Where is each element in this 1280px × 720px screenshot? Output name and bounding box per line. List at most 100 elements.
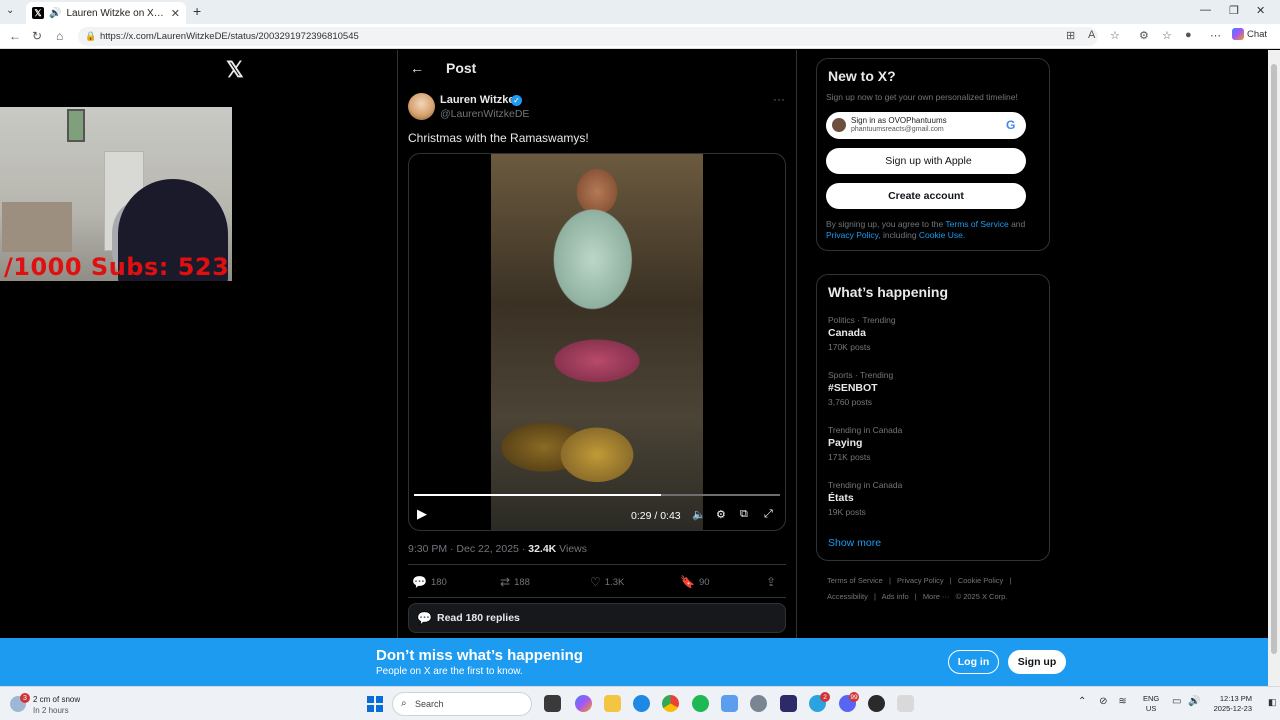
signup-legal-text: By signing up, you agree to the Terms of…: [826, 219, 1044, 241]
display-icon[interactable]: ▭: [1172, 696, 1181, 707]
fullscreen-icon[interactable]: ⤢: [764, 508, 773, 521]
apple-signup-button[interactable]: Sign up with Apple: [826, 148, 1026, 174]
trend-item[interactable]: Sports · Trending #SENBOT 3,760 posts: [828, 370, 893, 407]
bookmark-icon: 🔖: [680, 575, 695, 589]
reply-bubble-icon: 💬: [417, 611, 432, 625]
shelf: [2, 202, 72, 252]
restore-icon[interactable]: ❐: [1229, 4, 1239, 17]
post-column: ← Post Lauren Witzke ✓ @LaurenWitzkeDE ·…: [397, 50, 797, 638]
cookie-link[interactable]: Cookie Use.: [919, 230, 965, 240]
video-settings-icon[interactable]: ⚙: [716, 508, 726, 521]
footer-copyright: © 2025 X Corp.: [955, 592, 1008, 601]
video-frame[interactable]: [491, 154, 703, 530]
notepad-icon[interactable]: [721, 695, 738, 712]
trend-item[interactable]: Trending in Canada Paying 171K posts: [828, 425, 902, 462]
repost-button[interactable]: ⇄ 188: [500, 575, 530, 589]
video-player[interactable]: ▶ 0:29 / 0:43 🔈 ⚙ ⧉ ⤢: [408, 153, 786, 531]
tab-close-icon[interactable]: ✕: [171, 7, 180, 20]
settings-more-icon[interactable]: ⋯: [1210, 29, 1221, 42]
file-explorer-icon[interactable]: [604, 695, 621, 712]
read-replies-button[interactable]: 💬 Read 180 replies: [408, 603, 786, 633]
app-icon[interactable]: [868, 695, 885, 712]
weather-badge: 3: [20, 693, 30, 703]
minimize-icon[interactable]: —: [1200, 4, 1211, 16]
post-timestamp[interactable]: 9:30 PM · Dec 22, 2025 ·: [408, 543, 528, 555]
volume-icon[interactable]: 🔈: [692, 508, 706, 521]
page-title: Post: [446, 60, 477, 76]
extensions-icon[interactable]: ⚙: [1139, 29, 1149, 42]
trend-name: Paying: [828, 437, 863, 449]
bookmark-button[interactable]: 🔖 90: [680, 575, 710, 589]
trend-item[interactable]: Trending in Canada États 19K posts: [828, 480, 902, 517]
address-bar[interactable]: 🔒 https://x.com/LaurenWitzkeDE/status/20…: [78, 27, 1098, 46]
tray-overflow-icon[interactable]: ⌃: [1078, 696, 1086, 707]
start-button-icon[interactable]: [367, 696, 383, 712]
create-account-button[interactable]: Create account: [826, 183, 1026, 209]
window-close-icon[interactable]: ✕: [1256, 4, 1265, 17]
avatar[interactable]: [408, 93, 435, 120]
chrome-icon[interactable]: [662, 695, 679, 712]
back-arrow-icon[interactable]: ←: [410, 60, 424, 76]
copilot-icon[interactable]: [575, 695, 592, 712]
footer-accessibility-link[interactable]: Accessibility: [827, 592, 868, 601]
footer-terms-link[interactable]: Terms of Service: [827, 576, 883, 585]
favorites-icon[interactable]: ☆: [1162, 29, 1172, 42]
read-aloud-icon[interactable]: A: [1088, 29, 1095, 41]
browser-tab-active[interactable]: 𝕏 🔊 Lauren Witzke on X: "Christm ✕: [26, 2, 186, 24]
taskbar-search[interactable]: ⌕ Search: [392, 692, 532, 716]
like-button[interactable]: ♡ 1.3K: [590, 575, 624, 589]
back-icon[interactable]: ←: [9, 29, 21, 43]
tab-actions-menu-icon[interactable]: ⌄: [6, 5, 14, 16]
language-indicator[interactable]: ENG US: [1143, 694, 1159, 714]
edge-browser-icon[interactable]: [633, 695, 650, 712]
reply-button[interactable]: 💬 180: [412, 575, 447, 589]
privacy-link[interactable]: Privacy Policy: [826, 230, 878, 240]
lang-line1: ENG: [1143, 694, 1160, 703]
trend-item[interactable]: Politics · Trending Canada 170K posts: [828, 315, 896, 352]
video-progress-bar[interactable]: [414, 494, 780, 496]
trend-count: 3,760 posts: [828, 397, 872, 407]
home-icon[interactable]: ⌂: [56, 29, 63, 43]
footer-ads-info-link[interactable]: Ads info: [882, 592, 909, 601]
x-logo-icon[interactable]: 𝕏: [226, 57, 244, 83]
speaker-icon[interactable]: 🔊: [49, 8, 61, 19]
author-handle[interactable]: @LaurenWitzkeDE: [440, 108, 529, 120]
profile-icon[interactable]: ●: [1185, 29, 1192, 41]
search-icon: ⌕: [401, 698, 407, 709]
footer-separator: |: [888, 576, 891, 585]
task-view-icon[interactable]: [544, 695, 561, 712]
snipping-tool-icon[interactable]: [897, 695, 914, 712]
google-signin-button[interactable]: Sign in as OVOPhantuums phantuumsreacts@…: [826, 112, 1026, 139]
footer-privacy-link[interactable]: Privacy Policy: [897, 576, 944, 585]
volume-icon[interactable]: 🔊: [1188, 696, 1200, 707]
show-more-link[interactable]: Show more: [828, 537, 881, 549]
footer-more-link[interactable]: More ···: [923, 592, 950, 601]
wifi-icon[interactable]: ≋: [1118, 696, 1126, 707]
author-name[interactable]: Lauren Witzke: [440, 94, 514, 106]
trend-count: 170K posts: [828, 342, 871, 352]
apple-signup-label: Sign up with Apple: [885, 155, 972, 167]
trend-context: Politics · Trending: [828, 315, 896, 325]
network-icon[interactable]: ⊘: [1099, 696, 1107, 707]
share-button[interactable]: ⇪: [766, 575, 776, 589]
terms-link[interactable]: Terms of Service: [945, 219, 1008, 229]
trend-count: 19K posts: [828, 507, 866, 517]
sign-up-button[interactable]: Sign up: [1008, 650, 1066, 674]
more-options-icon[interactable]: ···: [773, 92, 785, 106]
app-view-icon[interactable]: ⊞: [1066, 29, 1075, 42]
log-in-button[interactable]: Log in: [948, 650, 999, 674]
settings-gear-icon[interactable]: [750, 695, 767, 712]
notifications-icon[interactable]: ◧: [1268, 697, 1277, 708]
play-icon[interactable]: ▶: [417, 506, 427, 522]
new-tab-icon[interactable]: +: [193, 3, 201, 19]
page-scrollbar[interactable]: [1268, 50, 1280, 686]
refresh-icon[interactable]: ↻: [32, 29, 42, 43]
copilot-chat-button[interactable]: Chat: [1232, 28, 1267, 40]
scrollbar-thumb[interactable]: [1271, 64, 1277, 654]
picture-in-picture-icon[interactable]: ⧉: [740, 508, 748, 521]
spotify-icon[interactable]: [692, 695, 709, 712]
clock[interactable]: 12:13 PM 2025-12-23: [1210, 694, 1252, 714]
obs-icon[interactable]: [780, 695, 797, 712]
favorite-star-icon[interactable]: ☆: [1110, 29, 1120, 42]
footer-cookie-link[interactable]: Cookie Policy: [958, 576, 1003, 585]
